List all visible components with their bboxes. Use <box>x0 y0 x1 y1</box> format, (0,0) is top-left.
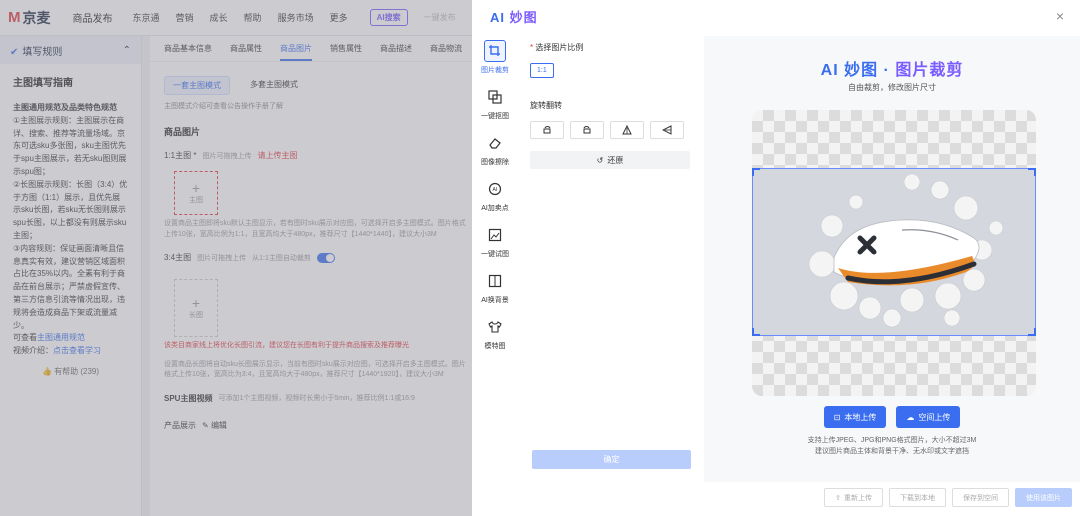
flip-horizontal-button[interactable] <box>650 121 684 139</box>
drawer-title: AI 妙图 <box>490 7 538 26</box>
tool-sidebar: 图片裁剪 一键抠图 图像擦除 AI AI加卖点 一键试图 AI换背景 模特图 <box>480 40 510 362</box>
rotate-left-icon <box>543 126 551 134</box>
tool-selling-point-label: AI加卖点 <box>481 205 509 212</box>
use-image-button[interactable]: 使用该图片 <box>1015 488 1072 507</box>
crop-frame[interactable] <box>752 168 1036 336</box>
reset-label: 还原 <box>607 155 624 165</box>
local-upload-label: 本地上传 <box>844 412 877 422</box>
flip-horizontal-icon <box>662 125 672 135</box>
confirm-button[interactable]: 确定 <box>532 450 691 469</box>
crop-handle-top-right[interactable] <box>1028 168 1036 176</box>
background-icon <box>484 270 506 292</box>
reset-button[interactable]: ↺ 还原 <box>530 151 690 169</box>
save-to-space-button[interactable]: 保存到空间 <box>952 488 1009 507</box>
rotate-right-button[interactable] <box>570 121 604 139</box>
preview-title-part-a: AI 妙图 · <box>820 62 896 79</box>
cloud-upload-label: 空间上传 <box>918 412 951 422</box>
flip-vertical-icon <box>622 125 632 135</box>
tool-crop[interactable]: 图片裁剪 <box>480 40 510 86</box>
flip-vertical-button[interactable] <box>610 121 644 139</box>
tool-eraser-label: 图像擦除 <box>481 159 509 166</box>
model-shirt-icon <box>484 316 506 338</box>
selling-point-icon: AI <box>484 178 506 200</box>
monitor-upload-icon: ⊡ <box>833 412 841 422</box>
crop-handle-bottom-right[interactable] <box>1028 328 1036 336</box>
tool-model-label: 模特图 <box>484 343 506 350</box>
rotate-left-button[interactable] <box>530 121 564 139</box>
tool-model[interactable]: 模特图 <box>480 316 510 362</box>
drawer-footer: ⇪ 重新上传 下载到本地 保存到空间 使用该图片 <box>704 488 1080 508</box>
reupload-button[interactable]: ⇪ 重新上传 <box>824 488 883 507</box>
upload-note-1: 支持上传JPEG、JPG和PNG格式图片，大小不超过3M <box>807 437 977 444</box>
tool-background-label: AI换背景 <box>481 297 509 304</box>
tool-try-image[interactable]: 一键试图 <box>480 224 510 270</box>
crop-canvas[interactable] <box>752 110 1036 396</box>
tool-eraser[interactable]: 图像擦除 <box>480 132 510 178</box>
cloud-upload-button[interactable]: ☁ 空间上传 <box>896 406 961 428</box>
close-icon[interactable]: × <box>1056 8 1064 24</box>
tool-selling-point[interactable]: AI AI加卖点 <box>480 178 510 224</box>
upload-requirements: 支持上传JPEG、JPG和PNG格式图片，大小不超过3M 建议图片商品主体和背景… <box>704 436 1080 457</box>
rotate-right-icon <box>583 126 591 134</box>
preview-subtitle: 自由裁剪，修改图片尺寸 <box>848 83 936 92</box>
crop-handle-bottom-left[interactable] <box>752 328 760 336</box>
reupload-label: 重新上传 <box>844 494 872 502</box>
local-upload-button[interactable]: ⊡ 本地上传 <box>823 406 887 428</box>
preview-title-part-b: 图片裁剪 <box>895 62 964 79</box>
cutout-icon <box>484 86 506 108</box>
crop-handle-top-left[interactable] <box>752 168 760 176</box>
upload-note-2: 建议图片商品主体和背景干净、无水印或文字遮挡 <box>815 447 969 455</box>
cloud-upload-icon: ☁ <box>906 412 915 422</box>
preview-title: AI 妙图 · 图片裁剪 <box>704 56 1080 80</box>
drawer-title-ai: AI <box>490 9 510 25</box>
download-button[interactable]: 下载到本地 <box>889 488 946 507</box>
rotate-label: 旋转翻转 <box>530 101 562 110</box>
drawer-title-miaotu: 妙图 <box>509 9 538 25</box>
upload-icon: ⇪ <box>835 494 841 502</box>
ai-image-drawer: AI 妙图 × 图片裁剪 一键抠图 图像擦除 AI AI加卖点 一键试图 AI换… <box>472 0 1080 516</box>
try-image-icon <box>484 224 506 246</box>
tool-crop-label: 图片裁剪 <box>481 67 509 74</box>
modal-overlay[interactable] <box>0 0 472 516</box>
eraser-icon <box>484 132 506 154</box>
crop-preview-area: AI 妙图 · 图片裁剪 自由裁剪，修改图片尺寸 ⊡ 本地上传 ☁ 空间上传 支… <box>704 36 1080 482</box>
crop-icon <box>484 40 506 62</box>
crop-settings: * 选择图片比例 1:1 旋转翻转 ↺ 还原 <box>530 42 692 169</box>
tool-try-image-label: 一键试图 <box>481 251 509 258</box>
ratio-option-1-1[interactable]: 1:1 <box>530 63 554 78</box>
undo-icon: ↺ <box>596 155 604 165</box>
tool-cutout-label: 一键抠图 <box>481 113 509 120</box>
tool-background[interactable]: AI换背景 <box>480 270 510 316</box>
svg-text:AI: AI <box>493 187 498 193</box>
ratio-label: 选择图片比例 <box>535 43 584 52</box>
tool-cutout[interactable]: 一键抠图 <box>480 86 510 132</box>
